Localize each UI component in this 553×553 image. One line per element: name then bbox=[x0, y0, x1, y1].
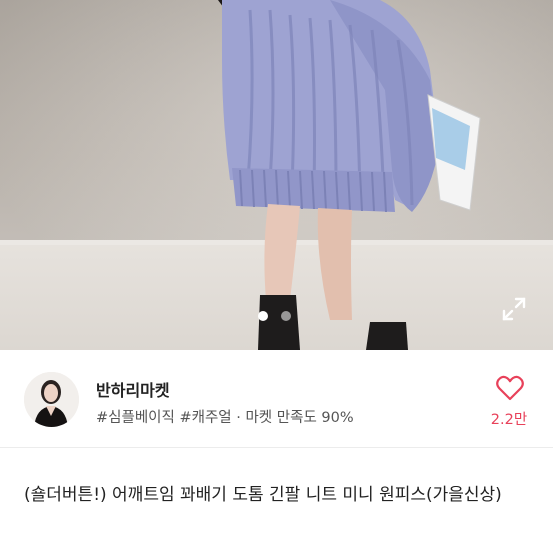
like-count: 2.2만 bbox=[490, 412, 528, 428]
expand-button[interactable] bbox=[500, 295, 528, 323]
pager-dot-active[interactable] bbox=[258, 311, 268, 321]
product-image[interactable] bbox=[0, 0, 553, 350]
seller-meta: #심플베이직 #캐주얼 · 마켓 만족도 90% bbox=[96, 406, 354, 427]
product-title: (숄더버튼!) 어깨트임 꽈배기 도톰 긴팔 니트 미니 원피스(가을신상) bbox=[24, 485, 502, 505]
heart-icon bbox=[496, 375, 524, 401]
image-pager bbox=[258, 311, 291, 321]
seller-tag[interactable]: #캐주얼 bbox=[179, 410, 231, 426]
seller-avatar[interactable] bbox=[24, 372, 79, 427]
meta-separator: · bbox=[236, 410, 241, 426]
section-divider bbox=[0, 447, 553, 448]
seller-name[interactable]: 반하리마켓 bbox=[96, 377, 170, 401]
market-satisfaction: 마켓 만족도 90% bbox=[245, 410, 354, 426]
model-illustration bbox=[218, 0, 481, 350]
pager-dot[interactable] bbox=[281, 311, 291, 321]
seller-tag[interactable]: #심플베이직 bbox=[96, 410, 175, 426]
seller-avatar-image bbox=[24, 372, 79, 427]
expand-icon bbox=[502, 297, 526, 321]
